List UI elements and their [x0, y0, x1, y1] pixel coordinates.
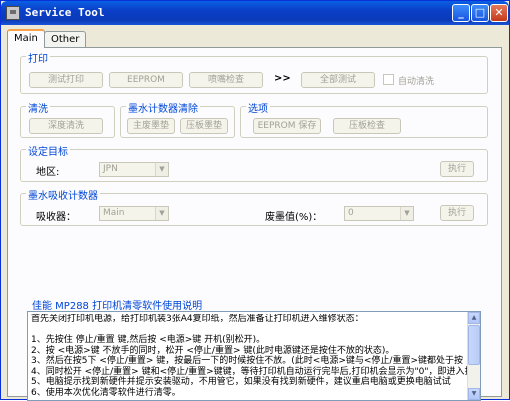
region-select[interactable]: JPN ▼ — [99, 162, 169, 177]
tab-main[interactable]: Main — [7, 29, 45, 48]
instruction-line: 5、电脑提示找到新硬件并提示安装驱动，不用管它，如果没有找到新硬件，建议重启电脑… — [31, 377, 451, 387]
auto-clean-label: 自动清洗 — [398, 77, 435, 87]
minimize-button[interactable]: _ — [452, 4, 470, 22]
absorber-select[interactable]: Main ▼ — [99, 206, 169, 221]
arrows-label: >> — [274, 73, 291, 84]
scroll-down-icon[interactable]: ▼ — [468, 388, 480, 400]
clean-group: 清洗 深度清洗 — [20, 100, 115, 138]
set-target-label: 设定目标 — [26, 143, 70, 158]
eeprom-save-button[interactable]: EEPROM 保存 — [253, 118, 321, 134]
chevron-down-icon: ▼ — [155, 207, 168, 220]
ink-level-label: 废墨值(%)： — [265, 212, 323, 223]
close-button[interactable]: ✕ — [490, 4, 508, 22]
maximize-button[interactable]: □ — [471, 4, 489, 22]
instruction-line: 6、使用本次优化清零软件进行清零。 — [31, 387, 181, 398]
instructions-textarea[interactable]: 首先关闭打印机电源，给打印机装3张A4复印纸，然后准备让打印机进入维修状态： 1… — [27, 311, 481, 401]
absorber-value: Main — [103, 208, 125, 218]
ink-counter-clear-group: 墨水计数器清除 主废墨垫 压板墨垫 — [120, 100, 235, 138]
options-group: 选项 EEPROM 保存 压板检查 — [240, 100, 488, 138]
test-print-button[interactable]: 测试打印 — [29, 72, 103, 88]
tab-other[interactable]: Other — [44, 31, 87, 48]
instruction-line: 首先关闭打印机电源，给打印机装3张A4复印纸，然后准备让打印机进入维修状态： — [31, 314, 364, 324]
service-tool-window: Service Tool _ □ ✕ Main Other 打印 测试打印 EE… — [0, 0, 510, 401]
instruction-line: 1、先按住 停止/重置 键,然后按 <电源>键 开机(别松开)。 — [31, 335, 266, 345]
ink-counter-clear-label: 墨水计数器清除 — [126, 100, 200, 115]
instruction-line: 4、同时松开 <停止/重置> 键和<停止/重置>键键，等待打印机自动运行完毕后,… — [31, 366, 468, 377]
ink-absorber-label: 墨水吸收计数器 — [26, 187, 100, 202]
nozzle-check-button[interactable]: 喷嘴检查 — [189, 72, 263, 88]
scroll-thumb[interactable] — [468, 325, 480, 365]
scroll-up-icon[interactable]: ▲ — [468, 312, 480, 324]
instructions-text: 首先关闭打印机电源，给打印机装3张A4复印纸，然后准备让打印机进入维修状态： 1… — [31, 314, 468, 398]
instruction-line: 2、按 <电源>键 不放手的同时，松开 <停止/重置> 键(此时电源键还是按住不… — [31, 345, 395, 356]
chevron-down-icon: ▼ — [155, 163, 168, 176]
ink-level-select[interactable]: 0 ▼ — [344, 206, 414, 221]
main-tab-panel: 打印 测试打印 EEPROM 喷嘴检查 >> 全部测试 自动清洗 清洗 深度清洗… — [7, 47, 502, 401]
print-group-label: 打印 — [26, 50, 50, 65]
instruction-line — [31, 325, 468, 336]
chevron-down-icon: ▼ — [400, 207, 413, 220]
window-title: Service Tool — [25, 6, 105, 19]
set-target-execute-button[interactable]: 执行 — [440, 161, 474, 177]
ink-absorber-group: 墨水吸收计数器 吸收器： Main ▼ 废墨值(%)： 0 ▼ 执行 — [20, 187, 488, 226]
main-waste-pad-button[interactable]: 主废墨垫 — [127, 118, 175, 134]
set-target-group: 设定目标 地区: JPN ▼ 执行 — [20, 143, 488, 182]
vertical-scrollbar[interactable]: ▲ ▼ — [467, 312, 480, 400]
deep-clean-button[interactable]: 深度清洗 — [29, 118, 103, 134]
ink-level-value: 0 — [348, 208, 354, 218]
title-bar[interactable]: Service Tool _ □ ✕ — [1, 1, 509, 25]
options-group-label: 选项 — [246, 100, 270, 115]
region-label: 地区: — [36, 167, 60, 178]
all-test-button[interactable]: 全部测试 — [301, 72, 375, 88]
instruction-line: 3、然后在按5下 <停止/重置> 键，按最后一下的时候按住不放。(此时<电源>键… — [31, 356, 463, 366]
clean-group-label: 清洗 — [26, 100, 50, 115]
absorber-label: 吸收器： — [36, 212, 76, 223]
region-value: JPN — [103, 164, 118, 174]
printer-app-icon — [6, 6, 20, 20]
instructions-title: 佳能 MP288 打印机清零软件使用说明 — [32, 301, 203, 312]
auto-clean-checkbox[interactable] — [383, 74, 394, 85]
eeprom-print-button[interactable]: EEPROM — [109, 72, 183, 88]
platen-pad-button[interactable]: 压板墨垫 — [180, 118, 228, 134]
print-group: 打印 测试打印 EEPROM 喷嘴检查 >> 全部测试 自动清洗 — [20, 50, 488, 94]
platen-check-button[interactable]: 压板检查 — [333, 118, 401, 134]
absorber-execute-button[interactable]: 执行 — [440, 205, 474, 221]
